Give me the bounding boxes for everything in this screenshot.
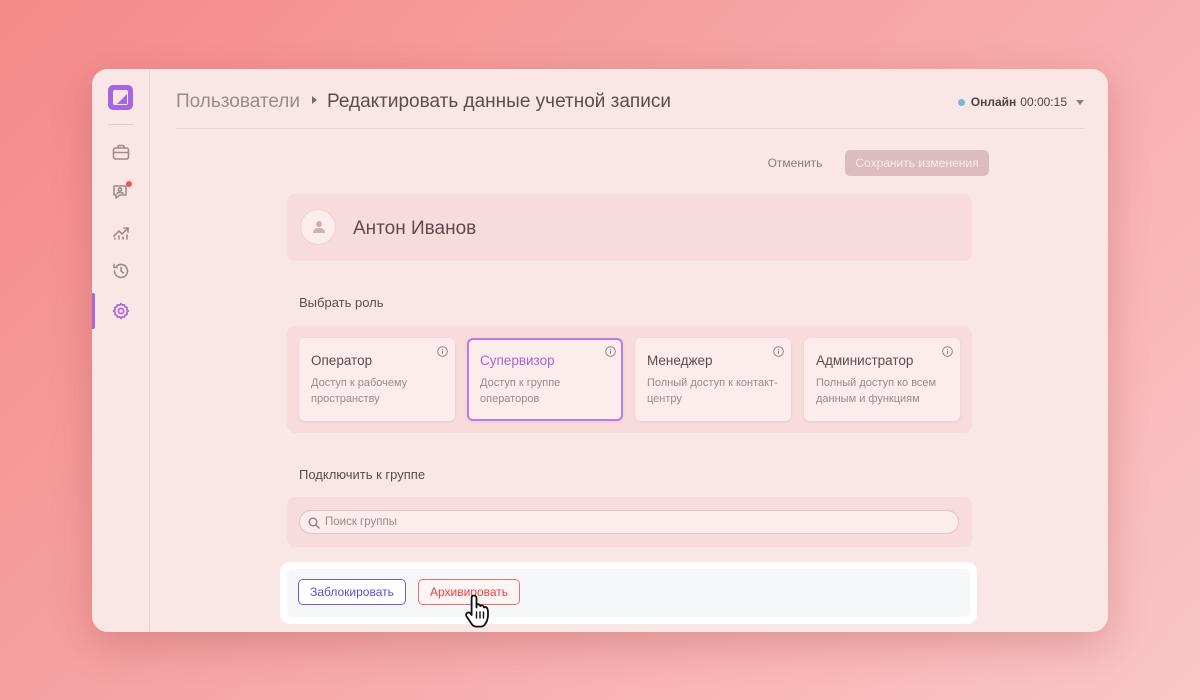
actions-panel: Заблокировать Архивировать: [280, 562, 977, 624]
role-title: Менеджер: [647, 353, 713, 368]
avatar: [300, 209, 336, 245]
info-icon[interactable]: [773, 346, 784, 357]
actions-inner: Заблокировать Архивировать: [287, 569, 970, 617]
role-card-supervisor[interactable]: Супервизор Доступ к группе операторов: [467, 338, 623, 421]
app-window: Пользователи Редактировать данные учетно…: [92, 69, 1108, 632]
history-icon[interactable]: [111, 261, 131, 281]
breadcrumb-root[interactable]: Пользователи: [176, 91, 300, 113]
hand-cursor-icon: [465, 594, 489, 628]
briefcase-icon[interactable]: [111, 142, 131, 162]
role-card-administrator[interactable]: Администратор Полный доступ ко всем данн…: [804, 338, 960, 421]
notification-dot: [126, 181, 132, 187]
info-icon[interactable]: [942, 346, 953, 357]
settings-icon[interactable]: [111, 301, 131, 321]
roles-group: Оператор Доступ к рабочему пространству …: [287, 326, 972, 433]
search-field[interactable]: [299, 510, 959, 534]
role-title: Супервизор: [480, 353, 555, 368]
search-icon: [308, 517, 320, 529]
role-description: Доступ к группе операторов: [480, 377, 561, 405]
user-card: Антон Иванов: [287, 194, 972, 261]
app-logo[interactable]: [108, 85, 133, 110]
role-card-operator[interactable]: Оператор Доступ к рабочему пространству: [299, 338, 455, 421]
caret-down-icon: [1076, 99, 1084, 105]
groups-section-title: Подключить к группе: [299, 467, 426, 482]
role-title: Оператор: [311, 353, 373, 368]
role-description: Полный доступ ко всем данным и функциям: [816, 377, 937, 405]
user-icon: [313, 221, 325, 233]
sidebar: [92, 69, 150, 632]
group-search-input[interactable]: [325, 511, 925, 533]
analytics-icon[interactable]: [111, 222, 131, 242]
user-name: Антон Иванов: [353, 218, 477, 239]
cancel-button[interactable]: Отменить: [760, 152, 830, 174]
block-button[interactable]: Заблокировать: [298, 579, 406, 605]
active-indicator: [92, 293, 95, 329]
page-header: Пользователи Редактировать данные учетно…: [176, 89, 1084, 129]
save-button[interactable]: Сохранить изменения: [845, 150, 989, 176]
info-icon[interactable]: [605, 346, 616, 357]
role-description: Доступ к рабочему пространству: [311, 377, 408, 405]
status-dropdown[interactable]: Онлайн 00:00:15: [957, 95, 1084, 109]
role-title: Администратор: [816, 353, 914, 368]
online-dot-icon: [957, 98, 965, 106]
sidebar-divider: [108, 124, 134, 125]
roles-section-title: Выбрать роль: [299, 295, 384, 310]
role-card-manager[interactable]: Менеджер Полный доступ к контакт-центру: [635, 338, 791, 421]
role-description: Полный доступ к контакт-центру: [647, 377, 778, 405]
group-search-panel: [287, 497, 972, 547]
breadcrumb-arrow-icon: [312, 96, 317, 104]
info-icon[interactable]: [437, 346, 448, 357]
status-label: Онлайн: [970, 95, 1017, 109]
chat-agent-icon[interactable]: [111, 181, 132, 202]
status-timer: 00:00:15: [1020, 95, 1067, 109]
page-title: Редактировать данные учетной записи: [327, 91, 671, 112]
